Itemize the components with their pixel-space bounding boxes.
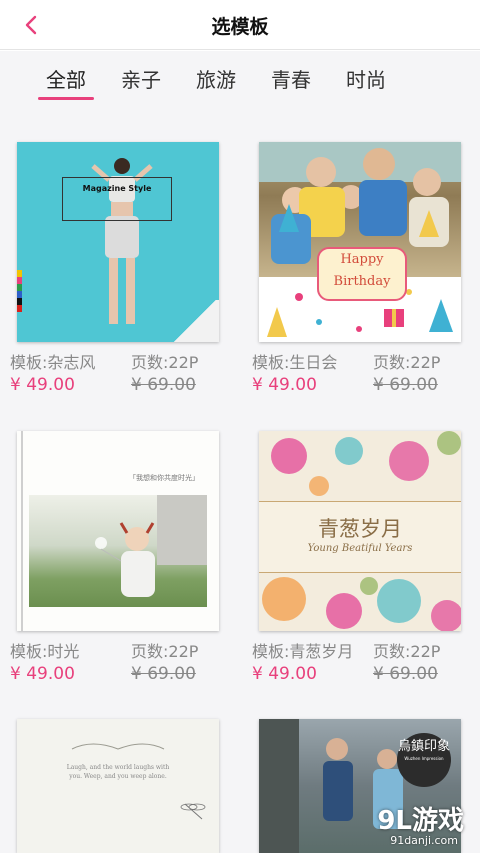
tab-travel[interactable]: 旅游 bbox=[196, 64, 236, 93]
child-photo bbox=[95, 495, 207, 597]
badge-line-2: Birthday bbox=[333, 274, 391, 289]
sale-price: ¥ 49.00 bbox=[252, 664, 317, 684]
tab-label: 旅游 bbox=[196, 68, 236, 92]
page-title: 选模板 bbox=[211, 16, 269, 38]
template-name: 模板:杂志风 bbox=[10, 353, 96, 372]
sale-price: ¥ 49.00 bbox=[10, 664, 75, 684]
template-name: 模板:青葱岁月 bbox=[252, 642, 354, 661]
badge-line-1: Happy bbox=[340, 252, 384, 267]
original-price: ¥ 69.00 bbox=[131, 375, 196, 395]
tab-all[interactable]: 全部 bbox=[38, 64, 94, 100]
tab-fashion[interactable]: 时尚 bbox=[346, 64, 386, 93]
original-price: ¥ 69.00 bbox=[373, 664, 438, 684]
template-name: 模板:时光 bbox=[10, 642, 80, 661]
watermark-logo: 9L游戏 bbox=[377, 806, 464, 836]
template-cover[interactable]: 「我想和你共度时光」 bbox=[17, 431, 219, 631]
page-count: 页数:22P bbox=[373, 642, 441, 661]
birthday-badge: Happy Birthday bbox=[317, 247, 407, 301]
tab-parent-child[interactable]: 亲子 bbox=[121, 64, 161, 93]
template-name: 模板:生日会 bbox=[252, 353, 338, 372]
category-tabs: 全部 亲子 旅游 青春 时尚 bbox=[0, 51, 480, 107]
sale-price: ¥ 49.00 bbox=[252, 375, 317, 395]
cover-caption: 「我想和你共度时光」 bbox=[129, 474, 199, 482]
template-cover[interactable]: Magazine Style bbox=[17, 142, 219, 342]
tab-label: 青春 bbox=[271, 68, 311, 92]
original-price: ¥ 69.00 bbox=[373, 375, 438, 395]
active-tab-indicator bbox=[38, 97, 94, 100]
nav-bar: 选模板 bbox=[0, 0, 480, 50]
tab-label: 全部 bbox=[46, 68, 86, 92]
watermark-url: 91danji.com bbox=[390, 834, 458, 847]
cover-photo bbox=[29, 495, 207, 607]
seal-subtext: Wuzhen Impression bbox=[404, 756, 444, 761]
cover-title: Magazine Style bbox=[82, 184, 152, 193]
template-grid: Magazine Style 模板:杂志风 页数:22P ¥ 49.00 ¥ 6… bbox=[0, 107, 480, 853]
template-card-time[interactable]: 「我想和你共度时光」 模板:时光 页数:22P ¥ 49.00 ¥ 69.00 bbox=[10, 431, 230, 691]
page-count: 页数:22P bbox=[131, 642, 199, 661]
template-card-magazine[interactable]: Magazine Style 模板:杂志风 页数:22P ¥ 49.00 ¥ 6… bbox=[10, 142, 230, 402]
seal-text: 烏鎮印象 bbox=[397, 739, 450, 754]
tab-youth[interactable]: 青春 bbox=[271, 64, 311, 93]
cover-title: 青葱岁月 bbox=[318, 517, 402, 541]
color-stripes bbox=[17, 270, 22, 312]
page-count: 页数:22P bbox=[131, 353, 199, 372]
page-count: 页数:22P bbox=[373, 353, 441, 372]
wuzhen-seal: 烏鎮印象 Wuzhen Impression bbox=[397, 733, 451, 787]
original-price: ¥ 69.00 bbox=[131, 664, 196, 684]
book-spine bbox=[21, 431, 23, 631]
cover-ornament bbox=[71, 743, 206, 820]
template-cover[interactable]: Happy Birthday bbox=[259, 142, 461, 342]
tab-label: 亲子 bbox=[121, 68, 161, 92]
page-curl bbox=[171, 300, 219, 342]
cover-poem: Laugh, and the world laughs with you. We… bbox=[66, 764, 170, 780]
template-card-poem[interactable]: Laugh, and the world laughs with you. We… bbox=[10, 719, 230, 853]
template-cover[interactable]: 青葱岁月 Young Beatiful Years bbox=[259, 431, 461, 631]
watermark: 9L游戏 91danji.com bbox=[360, 800, 464, 850]
template-cover[interactable]: Laugh, and the world laughs with you. We… bbox=[17, 719, 219, 853]
template-card-youth[interactable]: 青葱岁月 Young Beatiful Years 模板:青葱岁月 页数:22P… bbox=[252, 431, 472, 691]
tab-label: 时尚 bbox=[346, 68, 386, 92]
template-card-birthday[interactable]: Happy Birthday 模板:生日会 页数:22P ¥ 49.00 ¥ 6… bbox=[252, 142, 472, 402]
cover-subtitle: Young Beatiful Years bbox=[307, 543, 413, 554]
sale-price: ¥ 49.00 bbox=[10, 375, 75, 395]
